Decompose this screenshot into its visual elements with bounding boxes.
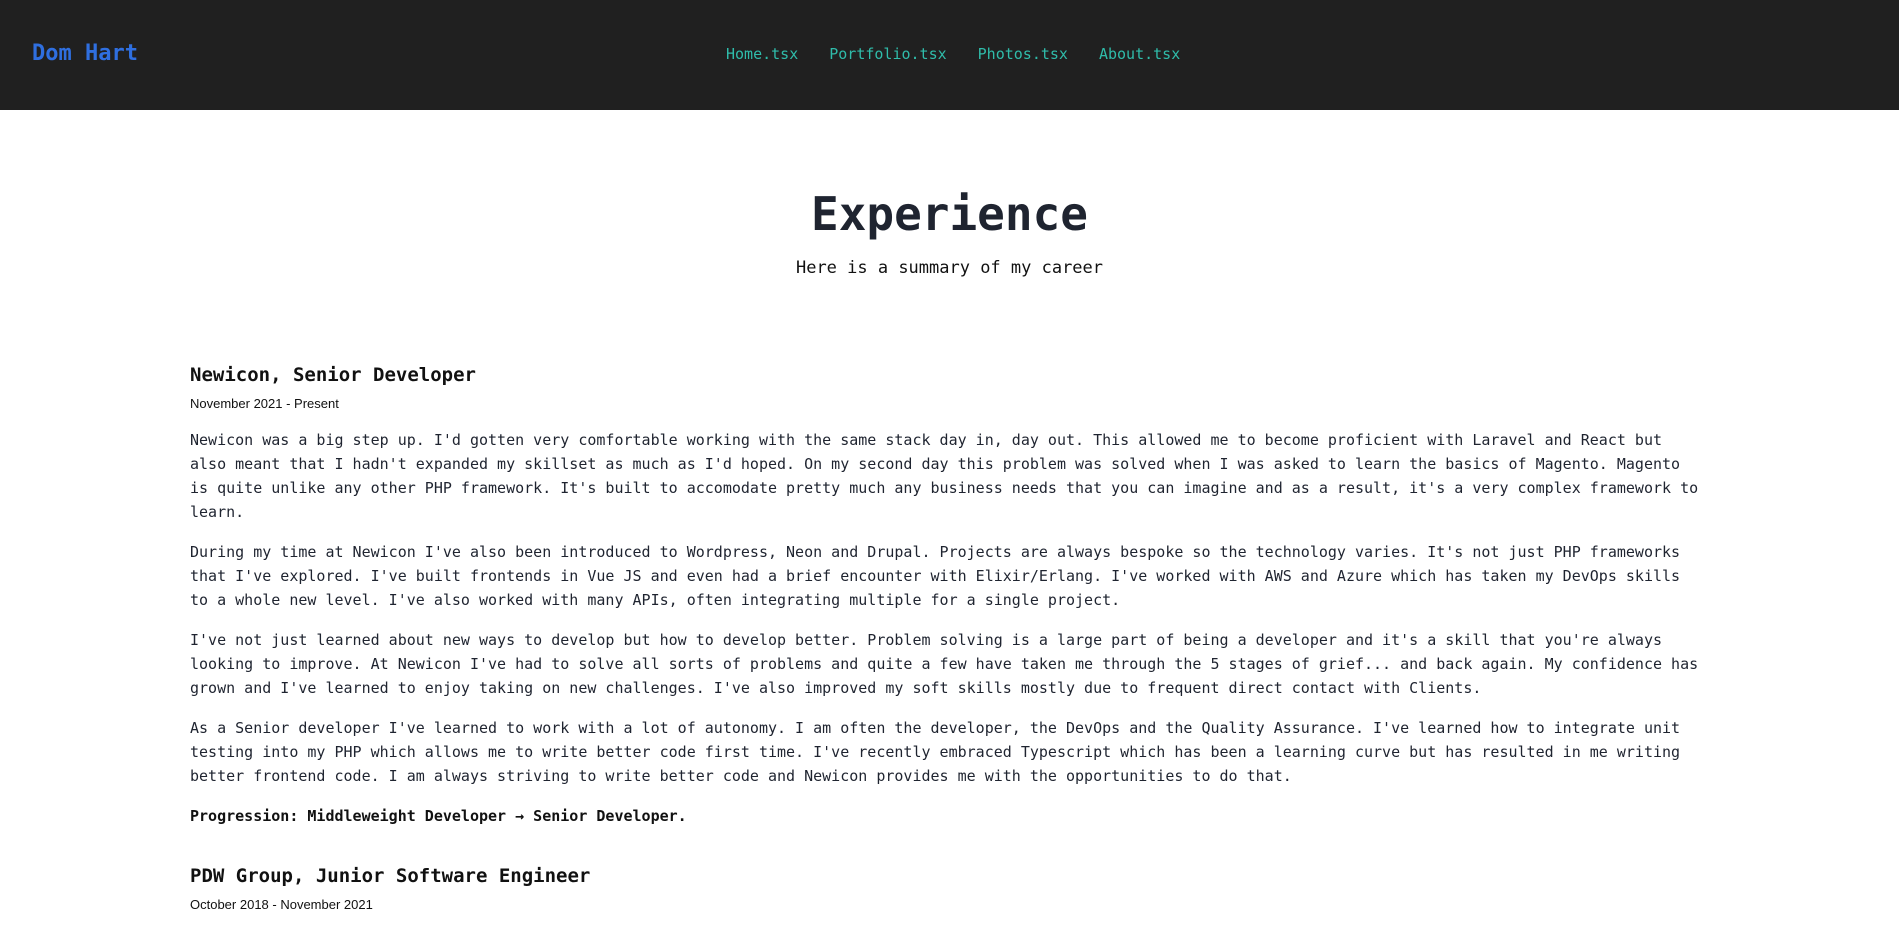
nav-photos-link[interactable]: Photos.tsx (978, 42, 1068, 66)
brand-logo-link[interactable]: Dom Hart (32, 38, 138, 70)
nav-about-link[interactable]: About.tsx (1099, 42, 1180, 66)
main-nav: Home.tsx Portfolio.tsx Photos.tsx About.… (726, 42, 1180, 66)
nav-home-link[interactable]: Home.tsx (726, 42, 798, 66)
page-subtitle: Here is a summary of my career (795, 258, 1104, 278)
job-paragraph: As a Senior developer I've learned to wo… (190, 719, 1681, 785)
job-entry-pdw-group: PDW Group, Junior Software Engineer Octo… (190, 862, 1705, 914)
job-title: Newicon, Senior Developer (190, 364, 476, 386)
job-dates: October 2018 - November 2021 (190, 897, 373, 912)
job-dates: November 2021 - Present (190, 396, 339, 411)
job-entry-newicon: Newicon, Senior Developer November 2021 … (190, 361, 1705, 828)
job-title: PDW Group, Junior Software Engineer (190, 865, 591, 887)
page-title: Experience (811, 187, 1088, 241)
job-paragraph: I've not just learned about new ways to … (190, 631, 1699, 697)
job-progression: Progression: Middleweight Developer → Se… (190, 807, 687, 825)
experience-list: Newicon, Senior Developer November 2021 … (190, 361, 1705, 929)
job-paragraph: During my time at Newicon I've also been… (190, 543, 1681, 609)
job-paragraph: Newicon was a big step up. I'd gotten ve… (190, 431, 1699, 521)
nav-portfolio-link[interactable]: Portfolio.tsx (829, 42, 946, 66)
site-header: Dom Hart Home.tsx Portfolio.tsx Photos.t… (0, 0, 1899, 110)
